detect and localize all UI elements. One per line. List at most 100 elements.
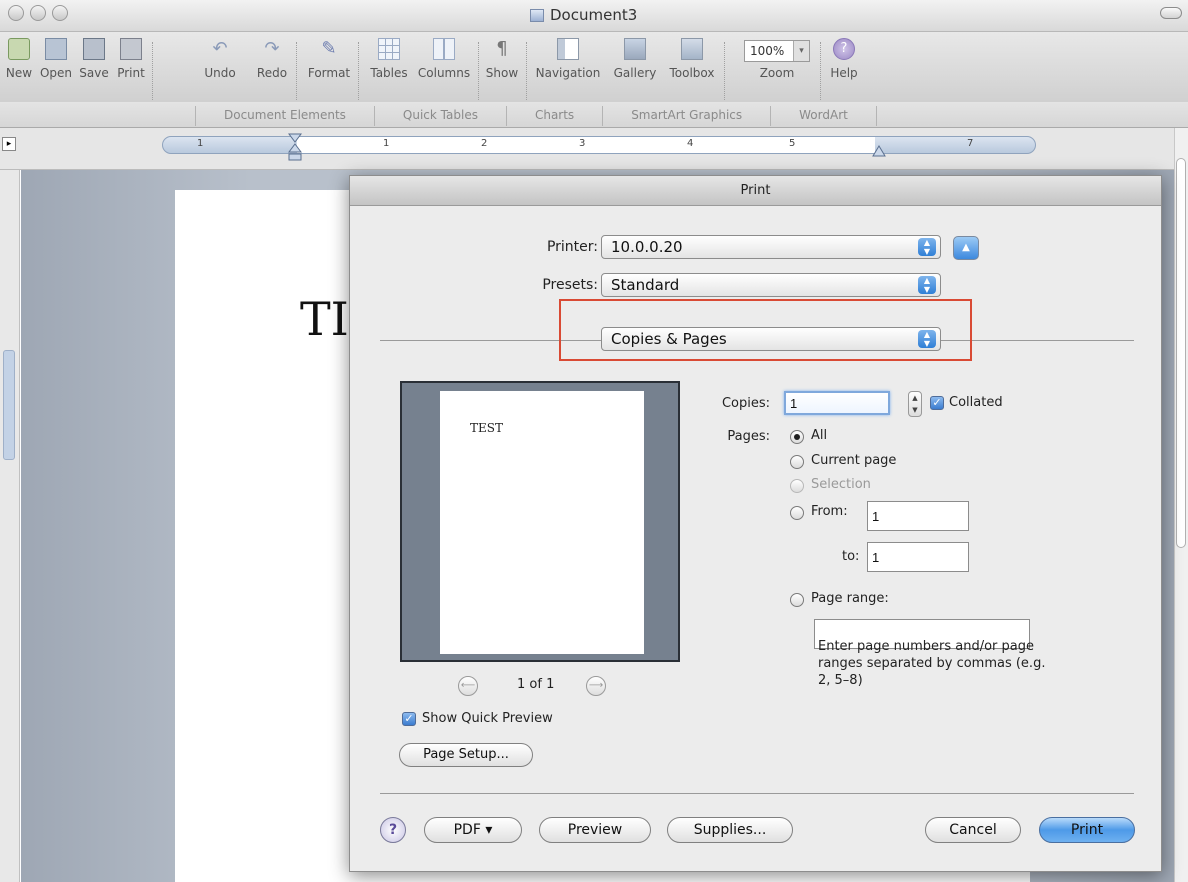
to-page-input[interactable] [867,542,969,572]
toolbar-toggle-button[interactable] [1160,7,1182,19]
undo-icon: ↶ [212,38,228,59]
ruler-number: 2 [481,138,488,149]
ruler-number: 4 [687,138,694,149]
ruler-number: 5 [789,138,796,149]
from-page-input[interactable] [867,501,969,531]
printer-label: Printer: [546,239,598,255]
pages-all-radio[interactable] [790,430,804,444]
new-button[interactable]: New [4,34,34,80]
save-disk-icon [83,38,105,60]
bottom-divider [380,793,1134,794]
zoom-control[interactable]: 100% ▾ Zoom [740,34,814,80]
columns-label: Columns [417,66,471,80]
save-button[interactable]: Save [78,34,110,80]
page-range-radio[interactable] [790,593,804,607]
open-button[interactable]: Open [38,34,74,80]
chevron-down-icon: ▾ [793,41,809,61]
zoom-value: 100% [750,44,785,58]
scrollbar-thumb[interactable] [1176,158,1186,548]
vertical-ruler[interactable] [0,170,20,882]
tab-smartart-graphics[interactable]: SmartArt Graphics [603,106,772,126]
from-radio[interactable] [790,506,804,520]
toolbox-icon [681,38,703,60]
zoom-window-button[interactable] [52,5,68,21]
pages-label: Pages: [727,429,770,444]
page-setup-button[interactable]: Page Setup... [399,743,533,767]
format-button[interactable]: ✎ Format [304,34,354,80]
pilcrow-icon: ¶ [496,38,508,59]
tab-document-elements[interactable]: Document Elements [195,106,375,126]
popup-arrows-icon: ▲ ▼ [918,238,936,256]
pages-all-label: All [811,428,828,443]
supplies-button[interactable]: Supplies... [667,817,793,843]
next-page-button[interactable]: ⟶ [586,676,606,696]
copies-input[interactable] [784,391,890,415]
show-quick-preview-checkbox[interactable]: ✓ [402,712,416,726]
redo-button[interactable]: ↷ Redo [254,34,290,80]
print-dialog-title: Print [350,176,1161,206]
right-indent-marker-icon[interactable] [872,142,886,160]
presets-select[interactable]: Standard ▲ ▼ [601,273,941,297]
ruler-number: 3 [579,138,586,149]
presets-value: Standard [611,276,680,294]
page-range-hint: Enter page numbers and/or page ranges se… [818,639,1046,688]
columns-icon [433,38,455,60]
printer-select[interactable]: 10.0.0.20 ▲ ▼ [601,235,941,259]
minimize-window-button[interactable] [30,5,46,21]
collated-label: Collated [949,395,1003,410]
document-icon [530,8,544,22]
tab-charts[interactable]: Charts [507,106,604,126]
close-window-button[interactable] [8,5,24,21]
navigation-label: Navigation [535,66,601,80]
current-page-label: Current page [811,453,897,468]
toolbar-separator [296,42,297,100]
navigation-button[interactable]: Navigation [530,34,606,80]
gallery-button[interactable]: Gallery [610,34,660,80]
toolbar-separator [820,42,821,100]
copies-stepper[interactable]: ▲ ▼ [908,391,922,417]
copies-label: Copies: [721,396,770,411]
pdf-menu-button[interactable]: PDF ▾ [424,817,522,843]
show-button[interactable]: ¶ Show [482,34,522,80]
document-body-text[interactable]: TI [300,292,349,346]
undo-button[interactable]: ↶ Undo [200,34,240,80]
format-label: Format [307,66,351,80]
window-title: Document3 [530,6,637,24]
zoom-select[interactable]: 100% ▾ [744,40,810,62]
preview-button[interactable]: Preview [539,817,651,843]
selection-label: Selection [811,477,871,492]
gallery-icon [624,38,646,60]
selection-radio [790,479,804,493]
elements-gallery-tabs: Document Elements Quick Tables Charts Sm… [195,106,877,126]
undo-label: Undo [204,66,236,80]
previous-page-button[interactable]: ⟵ [458,676,478,696]
ruler-number: 1 [197,138,204,149]
gallery-label: Gallery [613,66,657,80]
new-label: New [5,66,33,80]
show-label: Show [485,66,519,80]
printer-icon [120,38,142,60]
tables-label: Tables [370,66,408,80]
tab-stop-selector[interactable]: ▸ [2,137,16,151]
standard-toolbar: New Open Save Print ↶ Undo ↷ Redo ✎ Format … [0,32,1188,102]
cancel-button[interactable]: Cancel [925,817,1021,843]
print-button[interactable]: Print [1039,817,1135,843]
help-button[interactable]: ? Help [826,34,862,80]
popup-arrows-icon: ▲ ▼ [918,276,936,294]
collated-checkbox[interactable]: ✓ [930,396,944,410]
ruler-number: 1 [383,138,390,149]
columns-button[interactable]: Columns [414,34,474,80]
collapse-details-button[interactable]: ▲ [953,236,979,260]
print-label: Print [117,66,145,80]
format-painter-icon: ✎ [321,38,337,59]
toolbox-button[interactable]: Toolbox [662,34,722,80]
help-button[interactable]: ? [380,817,406,843]
print-toolbar-button[interactable]: Print [114,34,148,80]
redo-icon: ↷ [264,38,280,59]
tab-quick-tables[interactable]: Quick Tables [375,106,507,126]
current-page-radio[interactable] [790,455,804,469]
tables-button[interactable]: Tables [366,34,412,80]
toolbar-separator [478,42,479,100]
tab-wordart[interactable]: WordArt [771,106,877,126]
indent-marker-icon[interactable] [288,132,302,162]
